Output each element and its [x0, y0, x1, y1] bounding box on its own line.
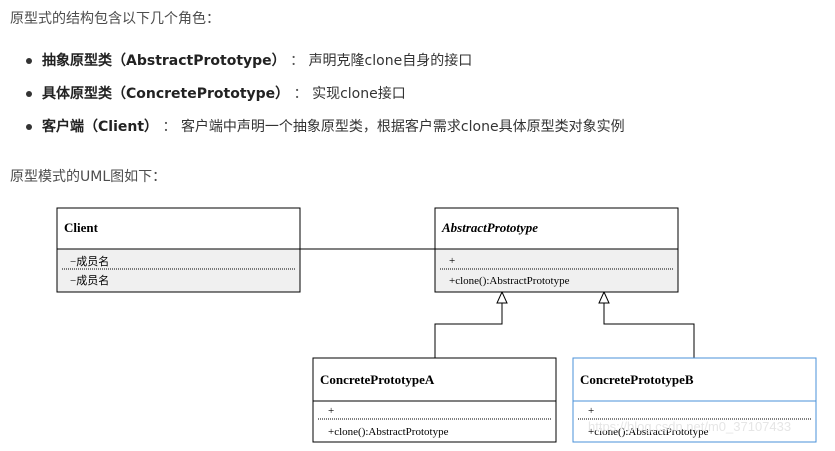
inheritance-arrow-icon — [598, 290, 610, 304]
class-attribute: + — [588, 405, 594, 417]
inheritance-line-a — [434, 303, 503, 358]
inheritance-line-b — [603, 303, 695, 358]
class-title: ConcretePrototypeB — [580, 372, 694, 387]
class-method: +clone():AbstractPrototype — [449, 275, 570, 287]
uml-diagram: Client −成员名 −成员名 AbstractPrototype + +cl… — [56, 207, 817, 443]
class-title: Client — [64, 220, 99, 235]
class-concrete-prototype-a[interactable]: ConcretePrototypeA + +clone():AbstractPr… — [312, 357, 557, 443]
inheritance-arrow-icon — [496, 290, 508, 304]
class-title: ConcretePrototypeA — [320, 372, 435, 387]
class-abstract-prototype[interactable]: AbstractPrototype + +clone():AbstractPro… — [434, 207, 679, 293]
class-client[interactable]: Client −成员名 −成员名 — [56, 207, 301, 293]
class-member: −成员名 — [70, 254, 109, 268]
class-attribute: + — [328, 405, 334, 417]
watermark-text: https://blog.csdn.net/m0_37107433 — [588, 419, 791, 434]
class-method: +clone():AbstractPrototype — [328, 426, 449, 438]
class-title: AbstractPrototype — [441, 220, 538, 235]
class-member: −成员名 — [70, 273, 109, 287]
class-attribute: + — [449, 255, 455, 267]
